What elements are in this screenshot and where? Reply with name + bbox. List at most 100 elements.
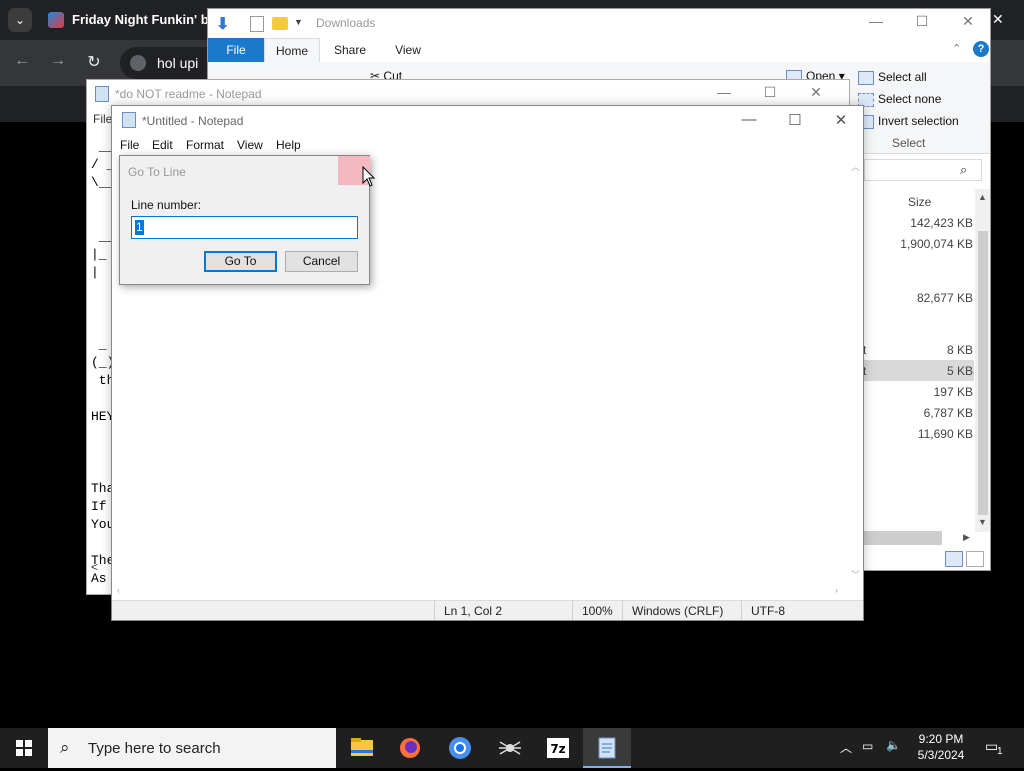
close-icon[interactable]: ✕ — [793, 84, 839, 101]
scroll-right-icon[interactable]: ▶ — [963, 532, 970, 543]
status-separator — [741, 600, 742, 620]
window-title: *Untitled - Notepad — [142, 114, 244, 128]
clock-time: 9:20 PM — [918, 732, 964, 746]
properties-icon[interactable] — [250, 16, 264, 32]
go-to-line-dialog: Go To Line Line number: 1 Go To Cancel — [119, 155, 370, 285]
menu-edit[interactable]: Edit — [152, 138, 173, 152]
chevron-down-icon[interactable]: ⌄ — [8, 8, 32, 32]
close-icon[interactable]: ✕ — [818, 111, 864, 129]
tab-share[interactable]: Share — [322, 38, 378, 62]
back-arrow-icon[interactable]: ← — [10, 52, 34, 70]
status-separator — [572, 600, 573, 620]
tab-file[interactable]: File — [208, 38, 264, 62]
menu-view[interactable]: View — [237, 138, 263, 152]
maximize-icon[interactable]: ☐ — [899, 13, 945, 30]
maximize-icon[interactable]: ☐ — [747, 84, 793, 101]
large-icons-view-icon[interactable] — [966, 551, 984, 567]
close-icon[interactable]: ✕ — [945, 13, 991, 30]
clock-date: 5/3/2024 — [917, 748, 965, 762]
select-all-icon — [858, 70, 874, 85]
7zip-icon[interactable]: 7z — [534, 728, 582, 768]
mouse-cursor-icon — [362, 166, 376, 187]
scroll-up-icon[interactable]: ︿ — [851, 160, 860, 173]
vertical-scrollbar[interactable] — [847, 156, 863, 583]
tab-view[interactable]: View — [380, 38, 436, 62]
customize-toolbar-icon[interactable]: ▼ — [294, 17, 303, 27]
line-number-input[interactable]: 1 — [131, 216, 358, 239]
select-all-label: Select all — [878, 70, 927, 84]
help-icon[interactable]: ? — [973, 41, 989, 57]
network-icon[interactable]: ▭ — [862, 739, 873, 753]
text-line: |_ — [91, 247, 107, 262]
invert-selection-button[interactable]: Invert selection — [858, 114, 959, 129]
chrome-icon[interactable] — [436, 728, 484, 768]
file-size[interactable]: 142,423 KB — [853, 216, 973, 230]
menu-help[interactable]: Help — [276, 138, 301, 152]
file-size[interactable]: 8 KB — [853, 343, 973, 357]
svg-text:7z: 7z — [550, 742, 565, 756]
invert-selection-label: Invert selection — [878, 114, 959, 128]
status-position: Ln 1, Col 2 — [444, 604, 503, 618]
close-icon[interactable]: ✕ — [992, 11, 1004, 28]
site-info-icon[interactable] — [130, 55, 146, 71]
search-placeholder[interactable]: Type here to search — [88, 740, 221, 757]
cancel-button[interactable]: Cancel — [285, 251, 358, 272]
download-arrow-icon: ⬇ — [216, 16, 230, 33]
notepad-taskbar-button[interactable] — [583, 728, 631, 768]
tab-home[interactable]: Home — [264, 38, 320, 62]
menu-file[interactable]: File — [93, 112, 112, 126]
reload-icon[interactable]: ↻ — [82, 52, 106, 72]
column-header-size[interactable]: Size — [908, 195, 931, 209]
chrome-tab-title[interactable]: Friday Night Funkin' by r — [72, 12, 225, 27]
forward-arrow-icon[interactable]: → — [46, 52, 70, 70]
select-none-button[interactable]: Select none — [858, 92, 941, 107]
minimize-icon[interactable]: — — [726, 111, 772, 128]
volume-muted-icon[interactable]: 🔈 — [886, 738, 901, 752]
collapse-ribbon-icon[interactable]: ⌃ — [952, 42, 961, 55]
notepad-icon — [598, 737, 616, 759]
file-size[interactable]: 1,900,074 KB — [853, 237, 973, 251]
file-size[interactable]: 82,677 KB — [853, 291, 973, 305]
scroll-down-icon[interactable]: ▼ — [978, 517, 987, 527]
status-encoding: UTF-8 — [751, 604, 785, 618]
windows-start-icon[interactable] — [0, 728, 48, 768]
file-size[interactable]: 5 KB — [853, 364, 973, 378]
menu-bar — [112, 136, 863, 156]
line-number-value[interactable]: 1 — [135, 220, 144, 235]
horizontal-scrollbar-thumb[interactable] — [862, 531, 942, 545]
scroll-up-icon[interactable]: ▲ — [978, 192, 987, 202]
select-all-button[interactable]: Select all — [858, 70, 927, 85]
go-to-button[interactable]: Go To — [204, 251, 277, 272]
search-icon[interactable]: ⌕ — [960, 162, 967, 178]
scroll-left-icon[interactable]: ‹ — [117, 585, 120, 595]
select-none-label: Select none — [878, 92, 942, 106]
scroll-down-icon[interactable]: ﹀ — [851, 568, 860, 581]
status-line-ending: Windows (CRLF) — [632, 604, 724, 618]
file-size[interactable]: 197 KB — [853, 385, 973, 399]
system-clock[interactable]: 9:20 PM 5/3/2024 — [906, 731, 976, 763]
notepad-icon — [122, 112, 136, 128]
menu-file[interactable]: File — [120, 138, 139, 152]
tab-favicon-icon — [48, 12, 64, 28]
scroll-left-icon[interactable]: < — [91, 560, 98, 574]
file-size[interactable]: 11,690 KB — [853, 427, 973, 441]
show-hidden-icons-icon[interactable]: ︿ — [840, 739, 852, 756]
address-text[interactable]: hol upi — [157, 55, 198, 71]
search-icon: ⌕ — [60, 738, 70, 757]
scroll-right-icon[interactable]: › — [835, 585, 838, 595]
minimize-icon[interactable]: — — [853, 13, 899, 29]
firefox-icon[interactable] — [386, 728, 434, 768]
menu-format[interactable]: Format — [186, 138, 224, 152]
line-number-label: Line number: — [131, 198, 202, 212]
new-folder-icon[interactable] — [272, 17, 288, 30]
window-title: *do NOT readme - Notepad — [115, 87, 262, 101]
details-view-icon[interactable] — [945, 551, 963, 567]
ribbon-group-select-label: Select — [892, 136, 926, 150]
maximize-icon[interactable]: ☐ — [772, 111, 818, 129]
minimize-icon[interactable]: — — [701, 84, 747, 100]
status-separator — [434, 600, 435, 620]
scrollbar-thumb[interactable] — [978, 231, 988, 515]
spider-icon[interactable] — [486, 728, 534, 768]
file-explorer-icon[interactable] — [338, 728, 386, 768]
file-size[interactable]: 6,787 KB — [853, 406, 973, 420]
